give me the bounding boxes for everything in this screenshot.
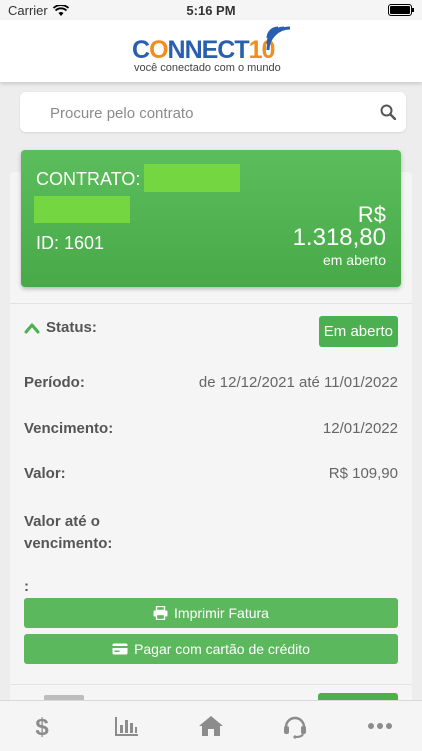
battery-icon	[388, 4, 414, 16]
credit-card-icon	[112, 643, 128, 655]
invoice-details: Status: Em aberto Período: de 12/12/2021…	[10, 303, 412, 682]
tab-usage[interactable]	[102, 706, 152, 746]
empty-field-label: :	[24, 578, 29, 595]
logo-tagline: você conectado com o mundo	[134, 62, 281, 74]
print-invoice-label: Imprimir Fatura	[174, 605, 269, 621]
bottom-tab-bar: $	[0, 700, 422, 751]
value-until-due-label-1: Valor até o	[24, 513, 100, 530]
value-until-due-label-2: vencimento:	[24, 535, 113, 552]
contract-search-bar	[20, 92, 406, 134]
period-row: Período: de 12/12/2021 até 11/01/2022	[24, 374, 398, 391]
period-label: Período:	[24, 374, 85, 391]
signal-waves-icon	[266, 26, 291, 51]
tab-home[interactable]	[186, 706, 236, 746]
redacted-contract-detail	[34, 196, 130, 223]
app-header: CONNECT10 você conectado com o mundo	[0, 20, 422, 82]
value-amount: R$ 109,90	[328, 465, 398, 482]
contract-summary-card[interactable]: CONTRATO: ID: 1601 R$ 1.318,80 em aberto	[21, 150, 401, 287]
status-toggle[interactable]: Status:	[24, 319, 97, 336]
connect10-logo: CONNECT10 você conectado com o mundo	[130, 26, 300, 74]
due-date-value: 12/01/2022	[322, 420, 398, 437]
clock: 5:16 PM	[186, 3, 236, 18]
contract-amount: 1.318,80	[292, 224, 386, 251]
contract-status: em aberto	[322, 252, 386, 268]
contract-label: CONTRATO:	[36, 169, 141, 189]
chevron-up-icon	[24, 323, 40, 333]
contract-id: ID: 1601	[36, 233, 105, 253]
search-input[interactable]	[20, 92, 392, 134]
tab-support[interactable]	[270, 706, 320, 746]
home-icon	[198, 716, 223, 736]
due-date-row: Vencimento: 12/01/2022	[24, 420, 398, 437]
status-bar: Carrier 5:16 PM	[0, 0, 422, 20]
value-until-due-row: Valor até o vencimento:	[24, 511, 398, 555]
svg-text:$: $	[36, 714, 50, 739]
due-date-label: Vencimento:	[24, 420, 114, 437]
value-row: Valor: R$ 109,90	[24, 465, 398, 482]
search-icon[interactable]	[380, 104, 396, 120]
currency-symbol: R$	[357, 202, 386, 227]
logo-wordmark: CONNECT10	[132, 36, 275, 64]
dollar-icon: $	[36, 714, 50, 739]
period-value: de 12/12/2021 até 11/01/2022	[198, 374, 398, 391]
tab-payments[interactable]: $	[17, 706, 67, 746]
pay-credit-card-label: Pagar com cartão de crédito	[134, 641, 310, 657]
contract-amount-block: R$ 1.318,80 em aberto	[292, 202, 386, 269]
tab-more[interactable]	[355, 706, 405, 746]
chart-icon	[114, 717, 138, 736]
pay-credit-card-button[interactable]: Pagar com cartão de crédito	[24, 634, 398, 664]
more-icon	[367, 723, 392, 729]
status-badge: Em aberto	[318, 316, 398, 347]
print-invoice-button[interactable]: Imprimir Fatura	[24, 598, 398, 628]
status-label: Status:	[46, 319, 97, 336]
printer-icon	[153, 606, 168, 620]
headset-icon	[284, 716, 307, 739]
value-label: Valor:	[24, 465, 66, 482]
redacted-contract-name	[144, 164, 240, 192]
